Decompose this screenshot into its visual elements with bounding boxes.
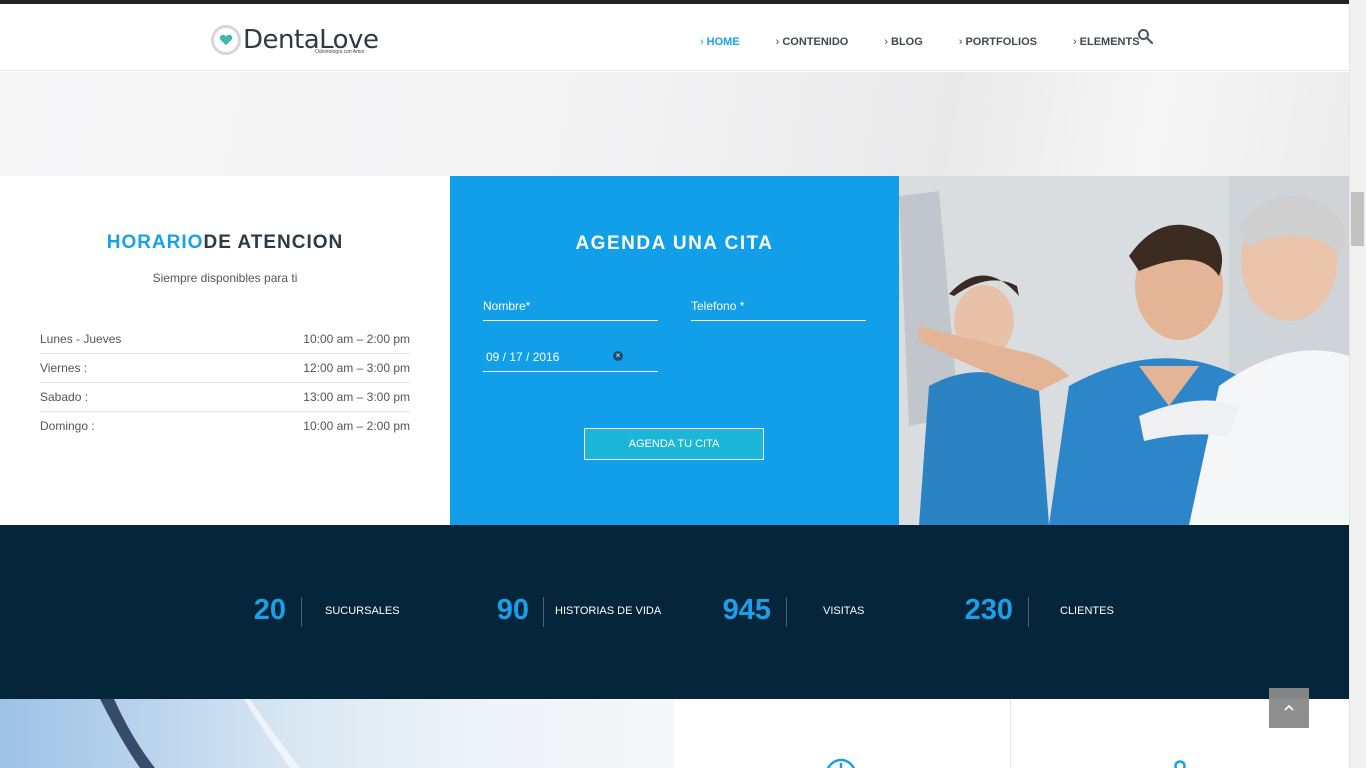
brand-tagline: Odontología con Amor <box>315 49 365 55</box>
nav-item-contenido[interactable]: › CONTENIDO <box>776 36 849 48</box>
hours-row: Domingo : 10:00 am – 2:00 pm <box>40 412 410 441</box>
stat-divider <box>786 597 787 627</box>
hours-row: Sabado : 13:00 am – 3:00 pm <box>40 383 410 412</box>
hours-list: Lunes - Jueves 10:00 am – 2:00 pm Viernes… <box>40 325 410 441</box>
nav-item-portfolios[interactable]: › PORTFOLIOS <box>959 36 1037 48</box>
day-label: Viernes : <box>40 361 88 375</box>
day-label: Domingo : <box>40 419 95 433</box>
hours-value: 13:00 am – 3:00 pm <box>303 390 410 404</box>
nav-label: ELEMENTS <box>1079 35 1140 48</box>
main-nav: › HOME › CONTENIDO › BLOG › PORTFOLIOS › ELEM… <box>700 8 1176 75</box>
nav-label: CONTENIDO <box>782 35 849 48</box>
nav-item-elements[interactable]: › ELEMENTS <box>1073 36 1140 48</box>
phone-input[interactable]: Telefono * <box>691 296 866 321</box>
brand-logo[interactable]: DentaLove Odontología con Amor <box>211 20 379 60</box>
section-title: HORARIODE ATENCION <box>0 232 450 254</box>
scrollbar-thumb[interactable] <box>1351 192 1364 246</box>
section-subtitle: Siempre disponibles para ti <box>152 271 298 285</box>
stat-value: 945 <box>722 594 771 626</box>
bottom-photo <box>0 699 674 768</box>
doctors-photo <box>899 176 1349 525</box>
clear-icon[interactable]: × <box>613 351 623 361</box>
scrollbar-track[interactable] <box>1349 0 1366 768</box>
date-input[interactable]: 09 / 17 / 2016 <box>483 347 658 372</box>
stat-label: SUCURSALES <box>325 605 400 617</box>
nav-item-home[interactable]: › HOME <box>700 36 740 48</box>
opening-hours-section: HORARIODE ATENCION Siempre disponibles p… <box>0 176 450 525</box>
form-title: AGENDA UNA CITA <box>575 233 774 254</box>
day-label: Lunes - Jueves <box>40 332 122 346</box>
day-label: Sabado : <box>40 390 89 404</box>
hours-value: 10:00 am – 2:00 pm <box>303 419 410 433</box>
tooth-heart-icon <box>211 25 241 55</box>
hours-row: Viernes : 12:00 am – 3:00 pm <box>40 354 410 383</box>
location-pin-icon <box>1174 760 1186 768</box>
stat-label: CLIENTES <box>1060 605 1114 617</box>
nav-item-blog[interactable]: › BLOG <box>884 36 922 48</box>
feature-box <box>674 699 1011 768</box>
stat-label: VISITAS <box>823 605 865 617</box>
hours-value: 10:00 am – 2:00 pm <box>303 332 410 346</box>
hours-row: Lunes - Jueves 10:00 am – 2:00 pm <box>40 325 410 354</box>
clock-icon <box>826 758 856 768</box>
stat-divider <box>1028 597 1029 627</box>
nav-label: PORTFOLIOS <box>965 35 1037 48</box>
chevron-up-icon <box>1284 704 1294 711</box>
chevron-right-icon: › <box>958 35 963 48</box>
name-input[interactable]: Nombre* <box>483 296 658 321</box>
chevron-right-icon: › <box>700 35 704 48</box>
title-rest: DE ATENCION <box>203 232 344 253</box>
book-appointment-button[interactable]: AGENDA TU CITA <box>584 428 764 460</box>
chevron-right-icon: › <box>884 35 889 48</box>
chevron-right-icon: › <box>1072 35 1077 48</box>
scroll-to-top-button[interactable] <box>1269 688 1309 728</box>
stat-value: 230 <box>964 594 1013 626</box>
title-highlight: HORARIO <box>106 232 204 253</box>
hero-background <box>0 72 1349 176</box>
stats-section: 20 SUCURSALES 90 HISTORIAS DE VIDA 945 V… <box>0 525 1349 699</box>
search-icon[interactable] <box>1137 28 1153 44</box>
stat-divider <box>301 597 302 627</box>
stat-label: HISTORIAS DE VIDA <box>555 605 662 617</box>
chevron-right-icon: › <box>775 35 780 48</box>
appointment-form: AGENDA UNA CITA Nombre* Telefono * 09 / … <box>450 176 899 525</box>
stat-value: 90 <box>496 594 529 626</box>
stat-value: 20 <box>253 594 286 626</box>
nav-label: BLOG <box>891 35 923 48</box>
hours-value: 12:00 am – 3:00 pm <box>303 361 410 375</box>
stat-divider <box>543 597 544 627</box>
nav-label: HOME <box>706 35 740 48</box>
